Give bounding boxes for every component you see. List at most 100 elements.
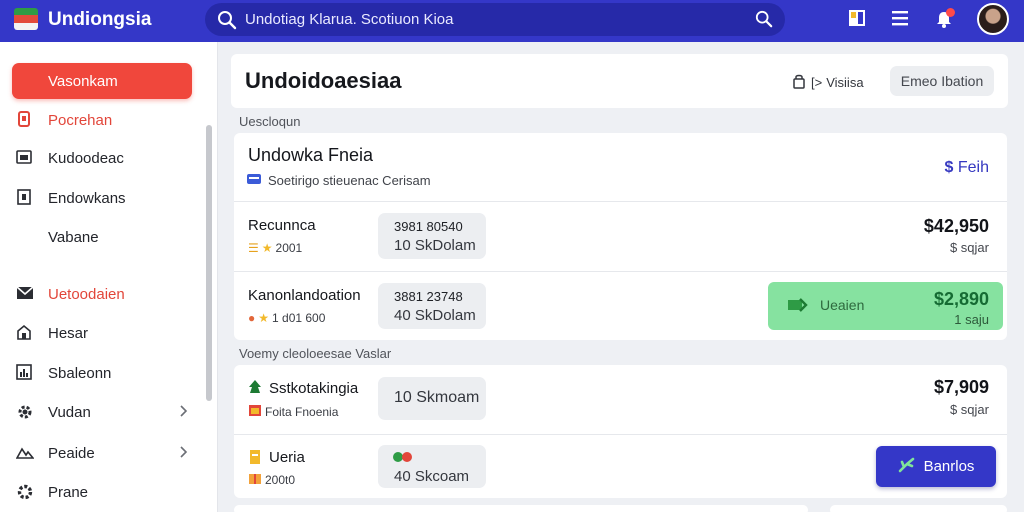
next-card-peek [830,505,1007,512]
tree-icon [248,379,262,400]
receipt-icon [248,449,262,470]
coin-icon: ☰ [248,241,259,255]
status-label: Ueaien [820,297,865,313]
sidebar-item-label: Sbaleonn [48,364,112,382]
sidebar-item-label: Vasonkam [48,72,118,90]
chevron-right-icon[interactable] [178,404,188,422]
dollar-icon: $ [944,159,954,176]
transactions-card: Sstkotakingia Foita Fnoenia 10 Skmoam $7… [234,365,1007,498]
pill-line-1: 3981 80540 [394,219,463,234]
item-meta: ☰ ★ 2001 [248,241,302,255]
file-red-icon [16,111,32,131]
sidebar-item-6[interactable]: Hesar [12,315,192,351]
item-amount: $42,950 [923,216,989,236]
sidebar-item-label: Endowkans [48,189,126,207]
calendar-icon [248,403,262,420]
sidebar-item-8[interactable]: Vudan [12,394,192,430]
pill-line-2: 10 SkDolam [394,237,476,254]
pill-line-2: 40 SkDolam [394,307,476,324]
money-icon [786,295,808,320]
home-icon [16,324,32,344]
bag-icon: ● [248,311,256,325]
item-amount: $7,909 [933,377,989,397]
sidebar-item-5[interactable]: Uetoodaien [12,276,192,312]
sidebar-item-label: Vabane [48,228,99,246]
item-name: Ueria [269,449,305,466]
item-pill: 40 Skcoam [378,445,486,488]
chevron-right-icon[interactable] [178,445,188,463]
table-row[interactable]: Recunnca ☰ ★ 2001 3981 80540 10 SkDolam … [234,201,1007,271]
mountain-icon [15,444,35,464]
mail-icon [16,285,34,305]
item-name: Recunnca [248,217,316,234]
search-input[interactable]: Undotiag Klarua. Scotiuon Kioa [245,11,453,28]
sidebar-item-10[interactable]: Prane [12,474,192,510]
item-amount-sub: $ sqjar [949,402,989,417]
item-meta-text: 2001 [275,241,303,255]
item-meta-text: 1 d01 600 [272,311,326,325]
item-amount-sub: 1 saju [954,312,989,327]
sidebar: Vasonkam Pocrehan Kudoodeac Endowkans Va… [0,42,218,512]
item-meta: Foita Fnoenia [248,403,338,420]
card-icon [246,173,262,188]
header-button-2[interactable]: Emeo Ibation [890,66,994,96]
gift-icon [248,471,262,488]
account-link-label: Feih [957,159,989,176]
star-icon: ★ [261,241,273,255]
table-row[interactable]: Ueria 200t0 40 Skcoam Banrlos [234,434,1007,498]
table-row[interactable]: Kanonlandoation ● ★ 1 d01 600 3881 23748… [234,271,1007,340]
chart-icon [16,364,32,384]
header-button-1[interactable]: [> Visiisa [793,68,864,96]
document-icon [16,189,32,209]
image-icon [16,149,32,169]
status-dots-icon [392,450,416,468]
search-submit-icon[interactable] [755,10,773,33]
sidebar-item-9[interactable]: Peaide [12,435,192,471]
sidebar-item-label: Pocrehan [48,111,113,129]
item-pill: 3981 80540 10 SkDolam [378,213,486,259]
account-title: Undowka Fneia [248,145,374,165]
app-title: Undiongsia [48,9,152,30]
sidebar-item-label: Prane [48,483,89,501]
sidebar-item-label: Uetoodaien [48,285,125,303]
section-label: Voemy cleoloeesae Vaslar [239,346,392,361]
account-link[interactable]: $ Feih [945,159,989,177]
item-meta-text: Foita Fnoenia [265,404,339,419]
page-title: Undoidoaesiaa [245,68,402,93]
search-icon [217,10,237,35]
account-card: Undowka Fneia Soetirigo stieuenac Cerisa… [234,133,1007,340]
avatar[interactable] [977,3,1009,35]
action-button[interactable]: Banrlos [876,446,996,487]
plant-icon [898,457,916,477]
item-amount: $2,890 [933,289,989,309]
item-pill: 3881 23748 40 SkDolam [378,283,486,329]
sidebar-item-0[interactable]: Vasonkam [12,63,192,99]
sidebar-item-4[interactable]: Vabane [12,219,192,255]
sidebar-item-1[interactable]: Pocrehan [12,102,192,138]
sidebar-item-2[interactable]: Kudoodeac [12,140,192,176]
item-meta-text: 200t0 [265,472,296,487]
item-meta: ● ★ 1 d01 600 [248,311,325,325]
search-bar[interactable]: Undotiag Klarua. Scotiuon Kioa [205,3,785,36]
grid-icon[interactable] [848,9,866,32]
settings-icon [16,483,34,505]
bracket-icon: [> [811,74,823,90]
section-label: Uescloqun [239,114,301,129]
menu-icon[interactable] [891,9,909,32]
account-subtitle-text: Soetirigo stieuenac Cerisam [268,173,431,188]
sidebar-item-label: Kudoodeac [48,149,124,167]
sidebar-scrollbar[interactable] [206,125,212,401]
item-name: Kanonlandoation [248,287,361,304]
lock-icon [793,73,805,92]
gear-icon [16,403,34,425]
sidebar-item-3[interactable]: Endowkans [12,180,192,216]
table-row[interactable]: Sstkotakingia Foita Fnoenia 10 Skmoam $7… [234,365,1007,434]
next-card-peek [234,505,808,512]
action-button-label: Banrlos [923,458,975,475]
notification-dot [946,8,955,17]
sidebar-item-label: Vudan [48,403,91,421]
sidebar-item-7[interactable]: Sbaleonn [12,355,192,391]
pill-line-2: 40 Skcoam [394,468,470,485]
status-badge[interactable]: Ueaien $2,890 1 saju [768,282,1003,330]
app-logo[interactable] [14,8,38,30]
